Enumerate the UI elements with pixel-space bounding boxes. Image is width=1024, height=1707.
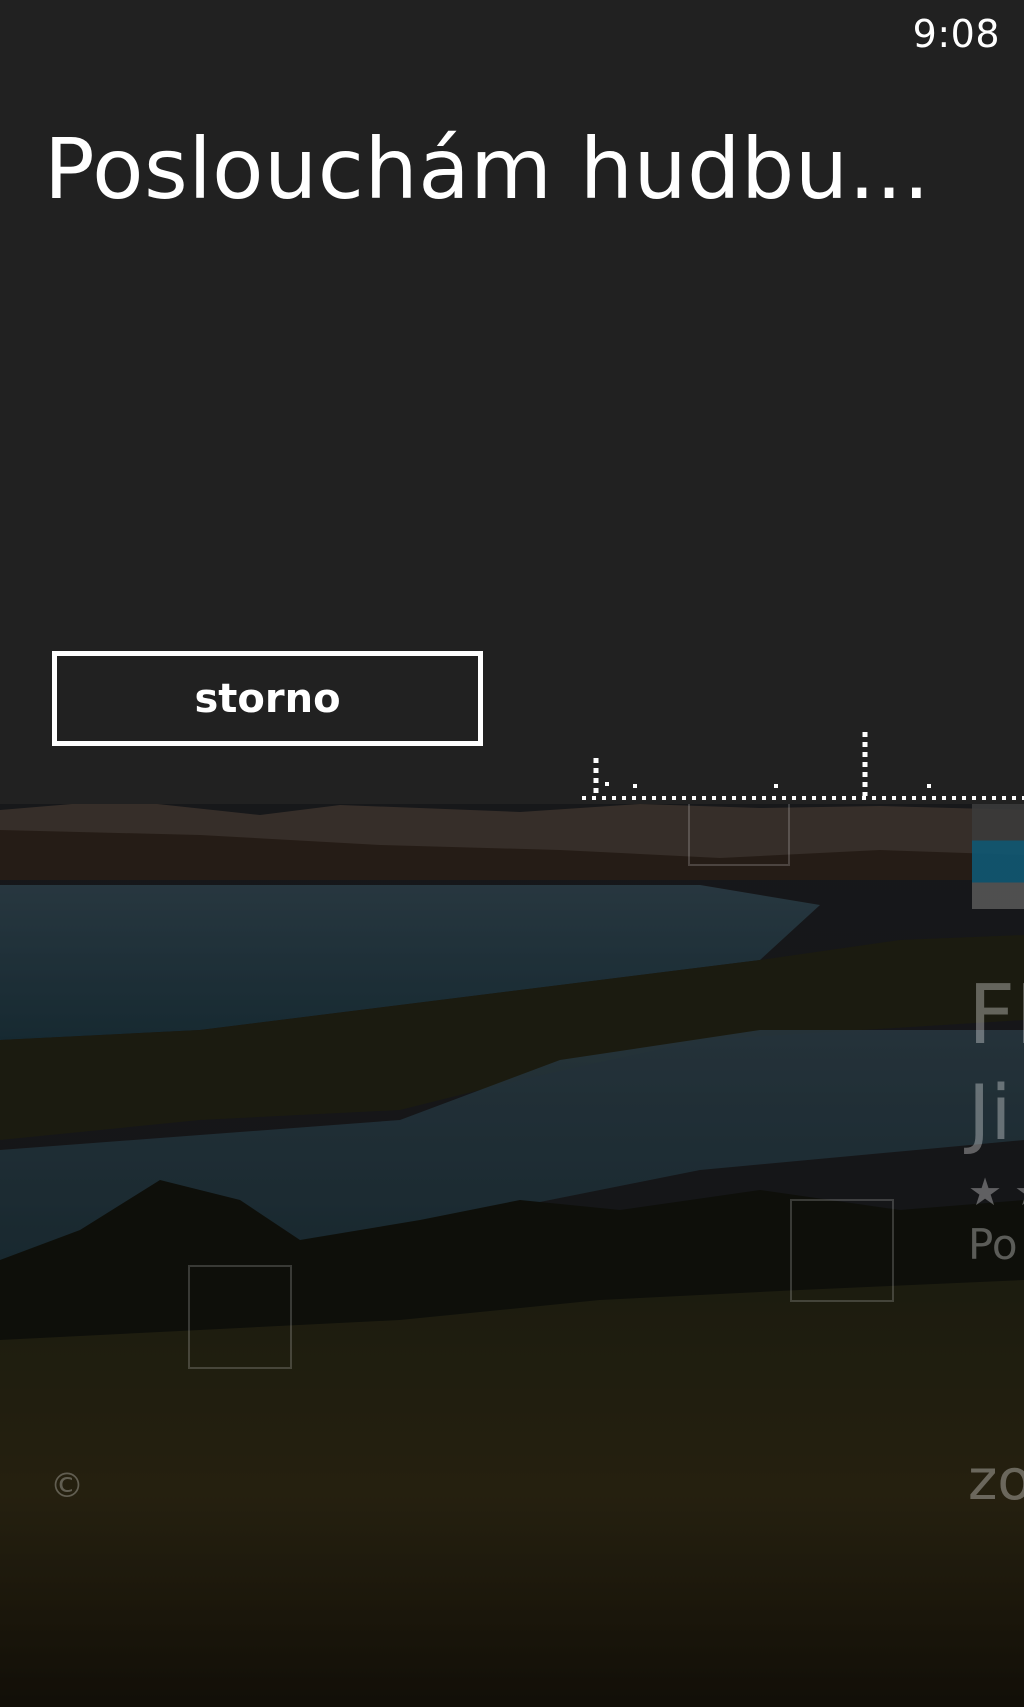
page-title: Poslouchám hudbu...: [44, 120, 931, 218]
copyright-symbol: ©: [50, 1466, 84, 1506]
star-icon: ★ ★: [968, 1170, 1024, 1214]
tap-target-square: [188, 1265, 292, 1369]
status-bar-time: 9:08: [912, 12, 1000, 56]
listening-panel: 9:08 Poslouchám hudbu... storno: [0, 0, 1024, 804]
tap-target-square: [790, 1199, 894, 1302]
background-meta-text: Po: [968, 1220, 1018, 1269]
background-title-text: FI: [968, 968, 1024, 1063]
cancel-button[interactable]: storno: [52, 651, 483, 746]
album-thumbnail: [972, 804, 1024, 909]
background-subtitle-text: Ji: [968, 1068, 1012, 1157]
background-link-text: zo: [968, 1448, 1024, 1513]
